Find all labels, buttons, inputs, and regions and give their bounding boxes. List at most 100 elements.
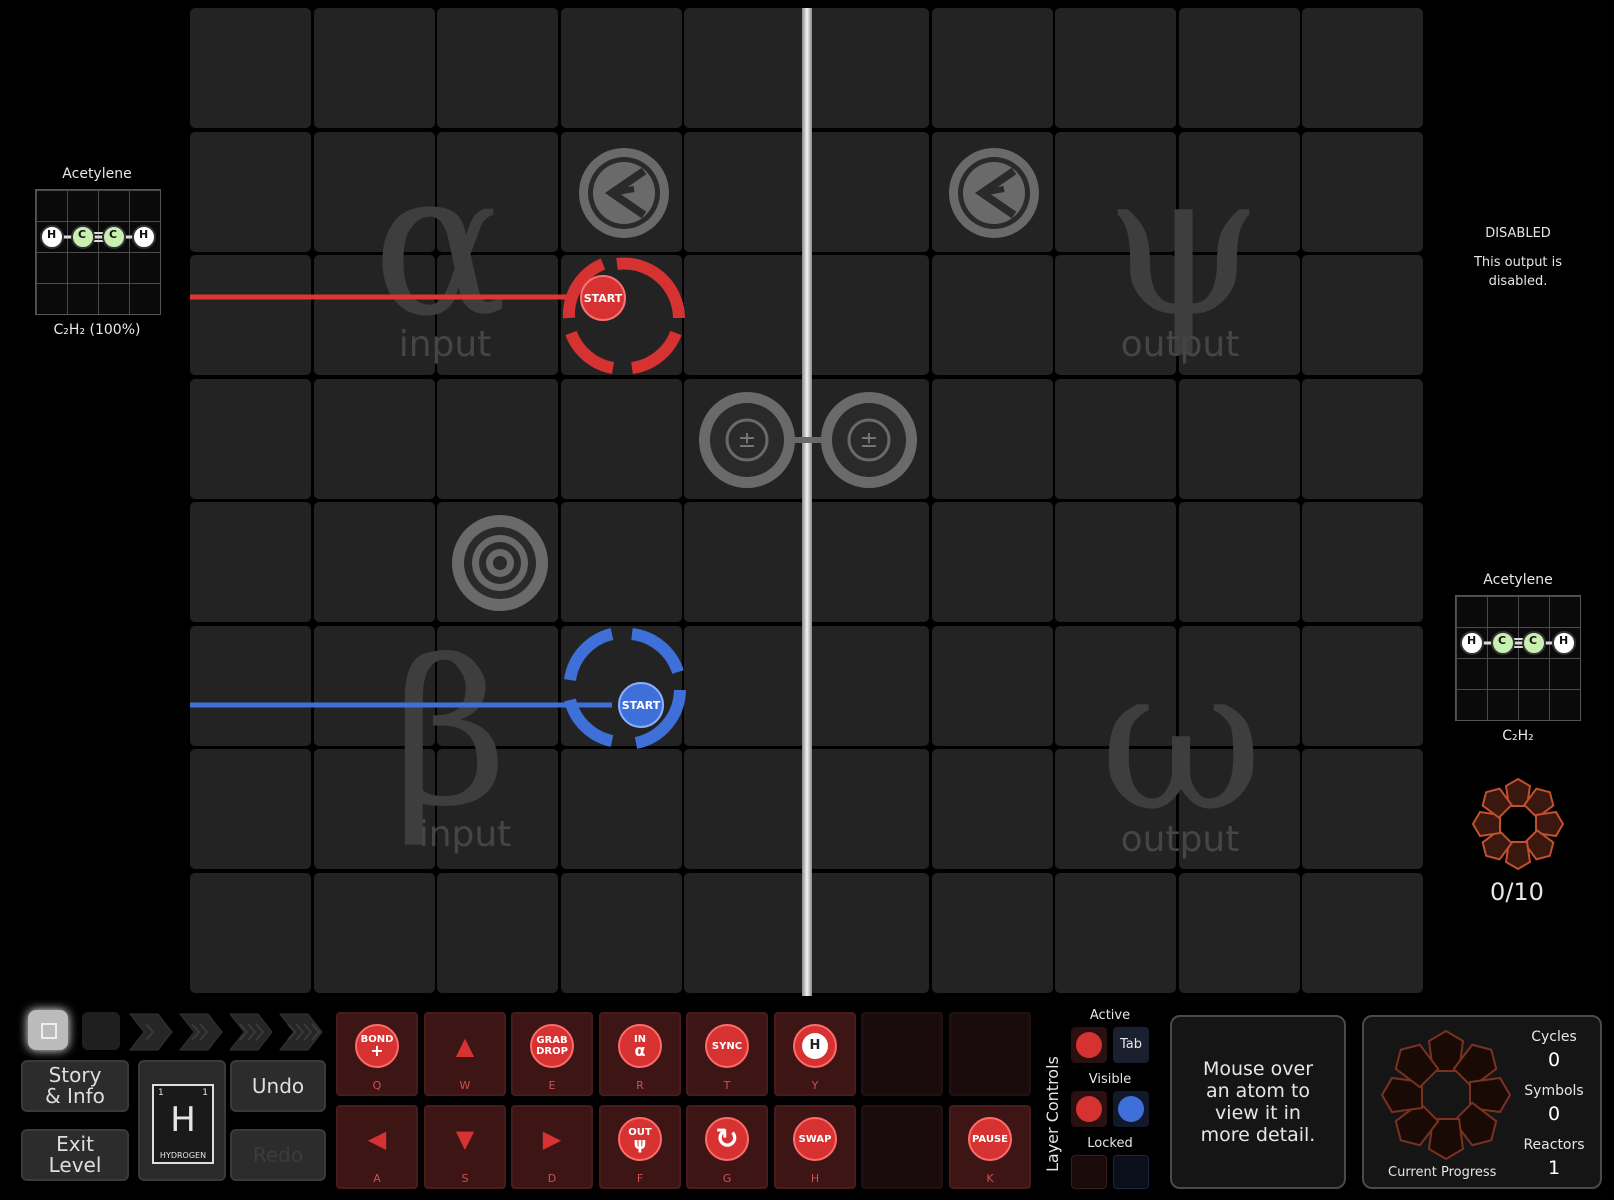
swap-instruction[interactable]: SWAP H — [774, 1105, 856, 1189]
locked-blue-layer[interactable] — [1113, 1155, 1149, 1189]
bonder-icon-right[interactable]: ± — [821, 392, 917, 488]
svg-text:±: ± — [738, 428, 756, 453]
red-start-marker[interactable]: START — [580, 275, 626, 321]
empty-slot-2[interactable] — [949, 1012, 1031, 1096]
sync-instruction[interactable]: SYNC T — [686, 1012, 768, 1096]
speed-controls[interactable] — [128, 1012, 328, 1052]
move-up-key: W — [459, 1079, 471, 1092]
current-progress-caption: Current Progress — [1388, 1165, 1497, 1180]
out-atom-h-1: H — [1467, 634, 1477, 647]
story-info-button[interactable]: Story & Info — [21, 1060, 129, 1112]
out-atom-h-2: H — [1559, 634, 1569, 647]
arrow-down-icon: ▼ — [455, 1125, 475, 1153]
empty-slot-3[interactable] — [861, 1105, 943, 1189]
sense-hydrogen-instruction[interactable]: H Y — [774, 1012, 856, 1096]
output-status-text: This output is disabled. — [1473, 255, 1563, 289]
move-up-instruction[interactable]: ▲ W — [424, 1012, 506, 1096]
element-number-right: 1 — [202, 1088, 208, 1098]
move-left-instruction[interactable]: ◀ A — [336, 1105, 418, 1189]
layer-visible-label: Visible — [1088, 1072, 1132, 1087]
output-molecule-diagram — [1460, 631, 1576, 655]
sync-icon: SYNC — [705, 1024, 749, 1068]
cycles-label: Cycles — [1531, 1029, 1577, 1045]
output-molecule-formula: C₂H₂ — [1502, 728, 1534, 744]
bonder-icon-left[interactable]: ± — [699, 392, 795, 488]
input-alpha-icon: IN α — [618, 1024, 662, 1068]
atom-detail-panel: Mouse over an atom to view it in more de… — [1170, 1015, 1346, 1189]
element-symbol-box: 1 1 H HYDROGEN — [152, 1084, 214, 1164]
layer-controls-title: Layer Controls — [1043, 1056, 1062, 1172]
pipe-icon-right[interactable] — [949, 148, 1039, 238]
stop-icon — [41, 1023, 57, 1039]
out-atom-c-2: C — [1529, 634, 1538, 647]
visible-red-layer[interactable] — [1071, 1091, 1107, 1127]
redo-label: Redo — [252, 1142, 304, 1167]
exit-level-button[interactable]: Exit Level — [21, 1129, 129, 1181]
input-alpha-instruction[interactable]: IN α R — [599, 1012, 681, 1096]
current-progress-panel: Cycles 0 Symbols 0 Reactors 1 Current Pr… — [1362, 1015, 1602, 1189]
progress-flower-icon — [1381, 1029, 1511, 1160]
pause-instruction[interactable]: PAUSE K — [949, 1105, 1031, 1189]
story-info-label: Story & Info — [45, 1063, 105, 1108]
move-right-instruction[interactable]: ▶ D — [511, 1105, 593, 1189]
element-card[interactable]: 1 1 H HYDROGEN — [138, 1060, 226, 1181]
locked-red-layer[interactable] — [1071, 1155, 1107, 1189]
rotate-instruction[interactable]: ↻ G — [686, 1105, 768, 1189]
redo-button[interactable]: Redo — [230, 1129, 326, 1181]
undo-button[interactable]: Undo — [230, 1060, 326, 1112]
output-progress-flower-icon — [1472, 777, 1564, 870]
sense-hydrogen-icon: H — [793, 1024, 837, 1068]
reactor-features: ± ± — [190, 148, 1039, 749]
reactors-label: Reactors — [1523, 1137, 1585, 1153]
element-name: HYDROGEN — [159, 1151, 207, 1160]
move-down-instruction[interactable]: ▼ S — [424, 1105, 506, 1189]
output-status-title: DISABLED — [1485, 226, 1551, 241]
element-number-left: 1 — [158, 1088, 164, 1098]
pipe-icon-left[interactable] — [579, 148, 669, 238]
active-tab-toggle[interactable]: Tab — [1113, 1027, 1149, 1063]
grab-drop-instruction[interactable]: GRAB DROP E — [511, 1012, 593, 1096]
visible-blue-layer[interactable] — [1113, 1091, 1149, 1127]
output-status: DISABLED This output is disabled. — [1470, 226, 1566, 291]
move-down-key: S — [461, 1172, 469, 1185]
layer-locked-label: Locked — [1087, 1136, 1133, 1151]
cycles-value: 0 — [1547, 1049, 1561, 1071]
output-counter: 0/10 — [1490, 878, 1544, 906]
output-molecule-name: Acetylene — [1483, 572, 1553, 588]
swap-icon: SWAP — [793, 1117, 837, 1161]
blue-start-label: START — [621, 698, 661, 712]
step-button[interactable] — [82, 1012, 120, 1050]
move-left-key: A — [373, 1172, 381, 1185]
move-right-key: D — [547, 1172, 557, 1185]
rotate-icon: ↻ — [705, 1117, 749, 1161]
out-atom-c-1: C — [1498, 634, 1507, 647]
output-psi-key: F — [636, 1172, 644, 1185]
blue-start-marker[interactable]: START — [618, 682, 664, 728]
sense-hydrogen-key: Y — [811, 1079, 819, 1092]
run-stop-button[interactable] — [28, 1010, 68, 1050]
output-molecule-preview[interactable]: H C C H — [1455, 595, 1581, 721]
symbols-value: 0 — [1547, 1103, 1561, 1125]
swap-key: H — [810, 1172, 820, 1185]
empty-slot-1[interactable] — [861, 1012, 943, 1096]
sensor-icon[interactable] — [452, 515, 548, 611]
bond-plus-icon: BOND + — [355, 1024, 399, 1068]
bond-plus-key: Q — [372, 1079, 382, 1092]
active-red-layer[interactable] — [1071, 1027, 1107, 1063]
exit-level-label: Exit Level — [48, 1132, 102, 1177]
rotate-key: G — [722, 1172, 732, 1185]
symbols-label: Symbols — [1524, 1083, 1584, 1099]
grab-drop-key: E — [548, 1079, 556, 1092]
undo-label: Undo — [251, 1073, 305, 1098]
grab-drop-icon: GRAB DROP — [530, 1024, 574, 1068]
pause-key: K — [986, 1172, 994, 1185]
red-start-label: START — [583, 291, 623, 305]
arrow-up-icon: ▲ — [455, 1032, 475, 1060]
arrow-right-icon: ▶ — [542, 1125, 562, 1153]
output-psi-instruction[interactable]: OUT ψ F — [599, 1105, 681, 1189]
sync-key: T — [723, 1079, 731, 1092]
output-psi-icon: OUT ψ — [618, 1117, 662, 1161]
input-alpha-key: R — [636, 1079, 644, 1092]
bond-plus-instruction[interactable]: BOND + Q — [336, 1012, 418, 1096]
red-waldo[interactable] — [562, 257, 685, 374]
